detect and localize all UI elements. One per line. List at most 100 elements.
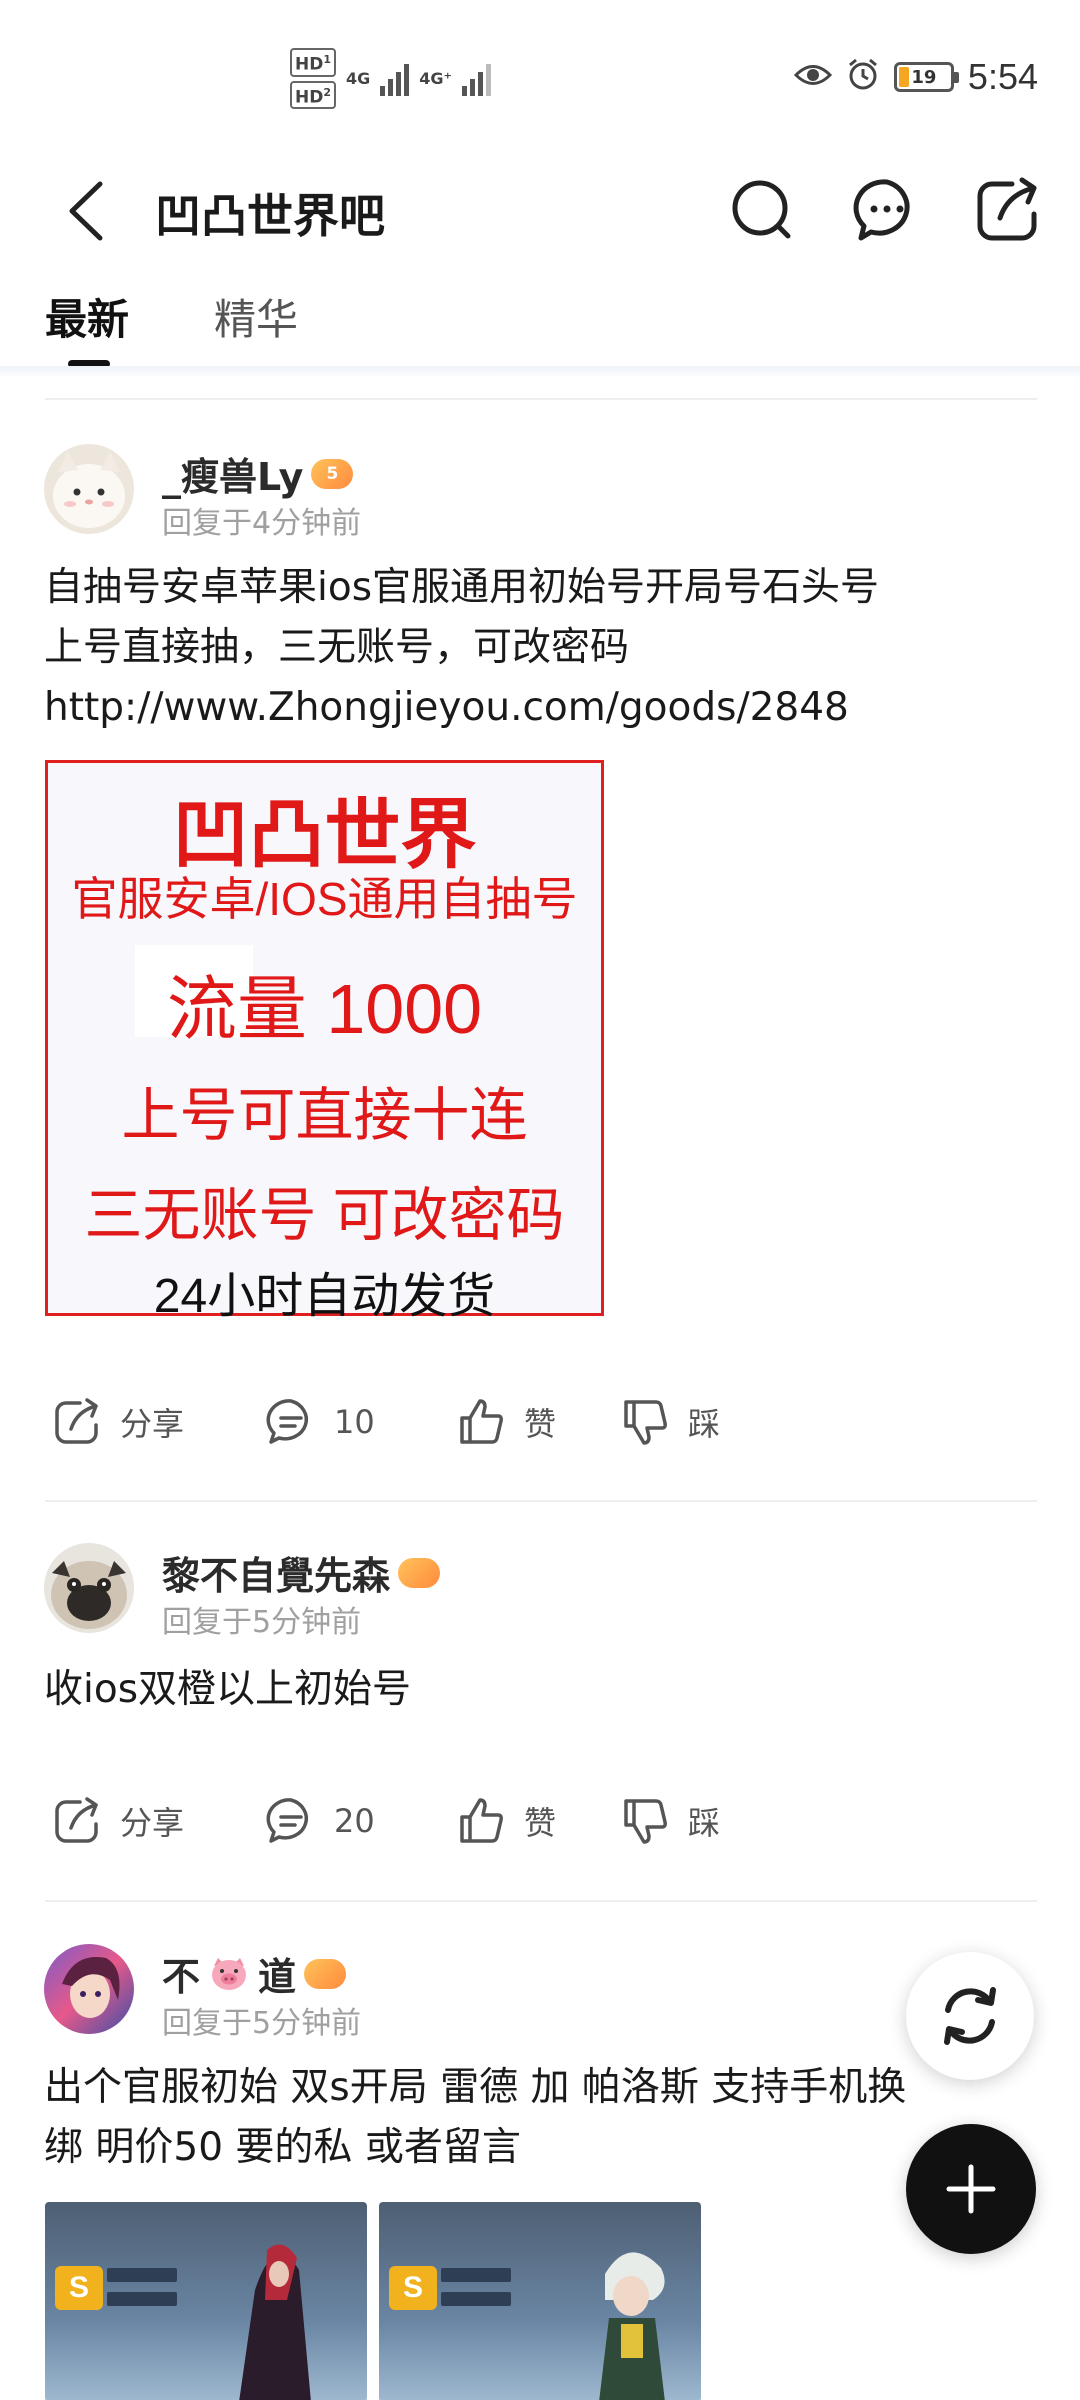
back-button[interactable] (58, 178, 118, 244)
back-arrow-icon (69, 181, 103, 241)
post-text[interactable]: 自抽号安卓苹果ios官服通用初始号开局号石头号 上号直接抽，三无账号，可改密码 … (44, 558, 1044, 738)
post-time: 回复于5分钟前 (162, 1605, 362, 1640)
thumbs-down-icon (624, 1799, 667, 1844)
plus-icon (946, 2164, 996, 2214)
divider (45, 1500, 1037, 1502)
signal-icon (380, 62, 410, 96)
thumbs-down-icon (624, 1400, 667, 1445)
post-actions: 分享 10 赞 踩 (0, 1387, 1080, 1457)
post-thumbnail[interactable]: S (45, 2202, 367, 2400)
character-figure (239, 2244, 311, 2400)
image-text-line: 上号可直接十连 (121, 1083, 528, 1148)
post-time: 回复于5分钟前 (162, 2006, 362, 2041)
like-label: 赞 (524, 1804, 557, 1842)
like-action[interactable]: 赞 (454, 1786, 556, 1856)
username[interactable]: 不 道 (162, 1946, 347, 2001)
messages-button[interactable] (851, 174, 923, 246)
thumbs-up-icon (460, 1399, 503, 1444)
comment-count: 20 (334, 1802, 375, 1840)
username-text: _瘦兽Ly (162, 455, 304, 499)
post-text-line: 上号直接抽，三无账号，可改密码 (44, 625, 630, 670)
post-text-line: 收ios双橙以上初始号 (44, 1667, 412, 1712)
stat-bar (107, 2292, 177, 2306)
divider (45, 1900, 1037, 1902)
dislike-action[interactable]: 踩 (618, 1387, 720, 1457)
image-text-line: 流量 1000 (166, 970, 483, 1048)
divider (45, 398, 1037, 400)
network-type-1: 4G (346, 68, 371, 88)
avatar[interactable] (44, 1944, 134, 2034)
hd-badge-2: HD2 (290, 80, 336, 110)
image-text-line: 三无账号 可改密码 (84, 1183, 565, 1248)
stat-bar (441, 2268, 511, 2282)
post-thumbnail[interactable]: S (379, 2202, 701, 2400)
rank-badge: S (389, 2266, 437, 2310)
post-image[interactable]: 凹凸世界 官服安卓/IOS通用自抽号 流量 1000 上号可直接十连 三无账号 … (45, 760, 604, 1323)
post-link[interactable]: http://www.Zhongjieyou.com/goods/2848 (44, 678, 1044, 738)
tab-bar: 最新 精华 (0, 280, 1080, 370)
post-text-line: 自抽号安卓苹果ios官服通用初始号开局号石头号 (44, 565, 880, 610)
stat-bar (441, 2292, 511, 2306)
username-text: 不 (162, 1955, 201, 1999)
comment-icon (266, 1798, 309, 1843)
hd-badge-1: HD1 (290, 48, 336, 77)
dislike-action[interactable]: 踩 (618, 1786, 720, 1856)
search-button[interactable] (726, 174, 798, 246)
username-text: 黎不自覺先森 (162, 1554, 391, 1598)
post-actions: 分享 20 赞 踩 (0, 1786, 1080, 1856)
tab-latest[interactable]: 最新 (45, 286, 129, 347)
tab-bar-shadow (0, 366, 1080, 378)
chat-bubble-icon (853, 179, 910, 241)
refresh-button[interactable] (906, 1952, 1034, 2080)
post-text[interactable]: 收ios双橙以上初始号 (44, 1660, 1044, 1720)
battery-icon: 19 (893, 62, 959, 92)
image-text-line: 官服安卓/IOS通用自抽号 (71, 873, 578, 925)
clock: 5:54 (967, 56, 1038, 97)
character-figure (599, 2252, 665, 2400)
avatar[interactable] (44, 444, 134, 534)
image-text-line: 24小时自动发货 (153, 1270, 496, 1323)
network-type-2: 4G⁺ (419, 68, 452, 88)
status-bar: HD1 HD2 4G 4G⁺ 19 5:54 (0, 0, 1080, 150)
alarm-icon (846, 58, 880, 96)
network-indicators: HD1 HD2 4G 4G⁺ (290, 48, 491, 110)
post-text[interactable]: 出个官服初始 双s开局 雷德 加 帕洛斯 支持手机换 绑 明价50 要的私 或者… (44, 2058, 1044, 2178)
refresh-icon (944, 1987, 996, 2045)
eye-icon (793, 60, 833, 94)
page-title: 凹凸世界吧 (155, 189, 385, 243)
share-icon (977, 177, 1037, 241)
share-icon (55, 1797, 98, 1843)
pig-emoji-icon (208, 1956, 250, 1992)
username-text: 道 (258, 1955, 297, 1999)
comment-icon (266, 1399, 309, 1444)
username[interactable]: _瘦兽Ly 5 (162, 446, 354, 501)
comment-action[interactable]: 20 (264, 1786, 375, 1856)
tab-featured[interactable]: 精华 (214, 286, 298, 347)
dislike-label: 踩 (688, 1405, 721, 1443)
post-text-line: 出个官服初始 双s开局 雷德 加 帕洛斯 支持手机换 (44, 2065, 907, 2110)
stat-bar (107, 2268, 177, 2282)
share-action[interactable]: 分享 (50, 1786, 184, 1856)
top-app-bar: 凹凸世界吧 (0, 160, 1080, 260)
level-badge: 5 (311, 458, 354, 489)
level-badge (398, 1557, 441, 1588)
level-badge (304, 1958, 347, 1989)
avatar[interactable] (44, 1543, 134, 1633)
battery-level: 19 (911, 66, 937, 88)
share-label: 分享 (120, 1804, 185, 1842)
signal-icon (461, 62, 491, 96)
comment-action[interactable]: 10 (264, 1387, 375, 1457)
username[interactable]: 黎不自覺先森 (162, 1545, 441, 1600)
rank-badge: S (55, 2266, 103, 2310)
share-icon (55, 1398, 98, 1444)
share-action[interactable]: 分享 (50, 1387, 184, 1457)
dislike-label: 踩 (688, 1804, 721, 1842)
like-label: 赞 (524, 1405, 557, 1443)
comment-count: 10 (334, 1403, 375, 1441)
search-icon (732, 180, 791, 239)
new-post-button[interactable] (906, 2124, 1036, 2254)
share-button[interactable] (972, 174, 1044, 246)
thumbs-up-icon (460, 1798, 503, 1843)
post-text-line: 绑 明价50 要的私 或者留言 (44, 2125, 521, 2170)
like-action[interactable]: 赞 (454, 1387, 556, 1457)
